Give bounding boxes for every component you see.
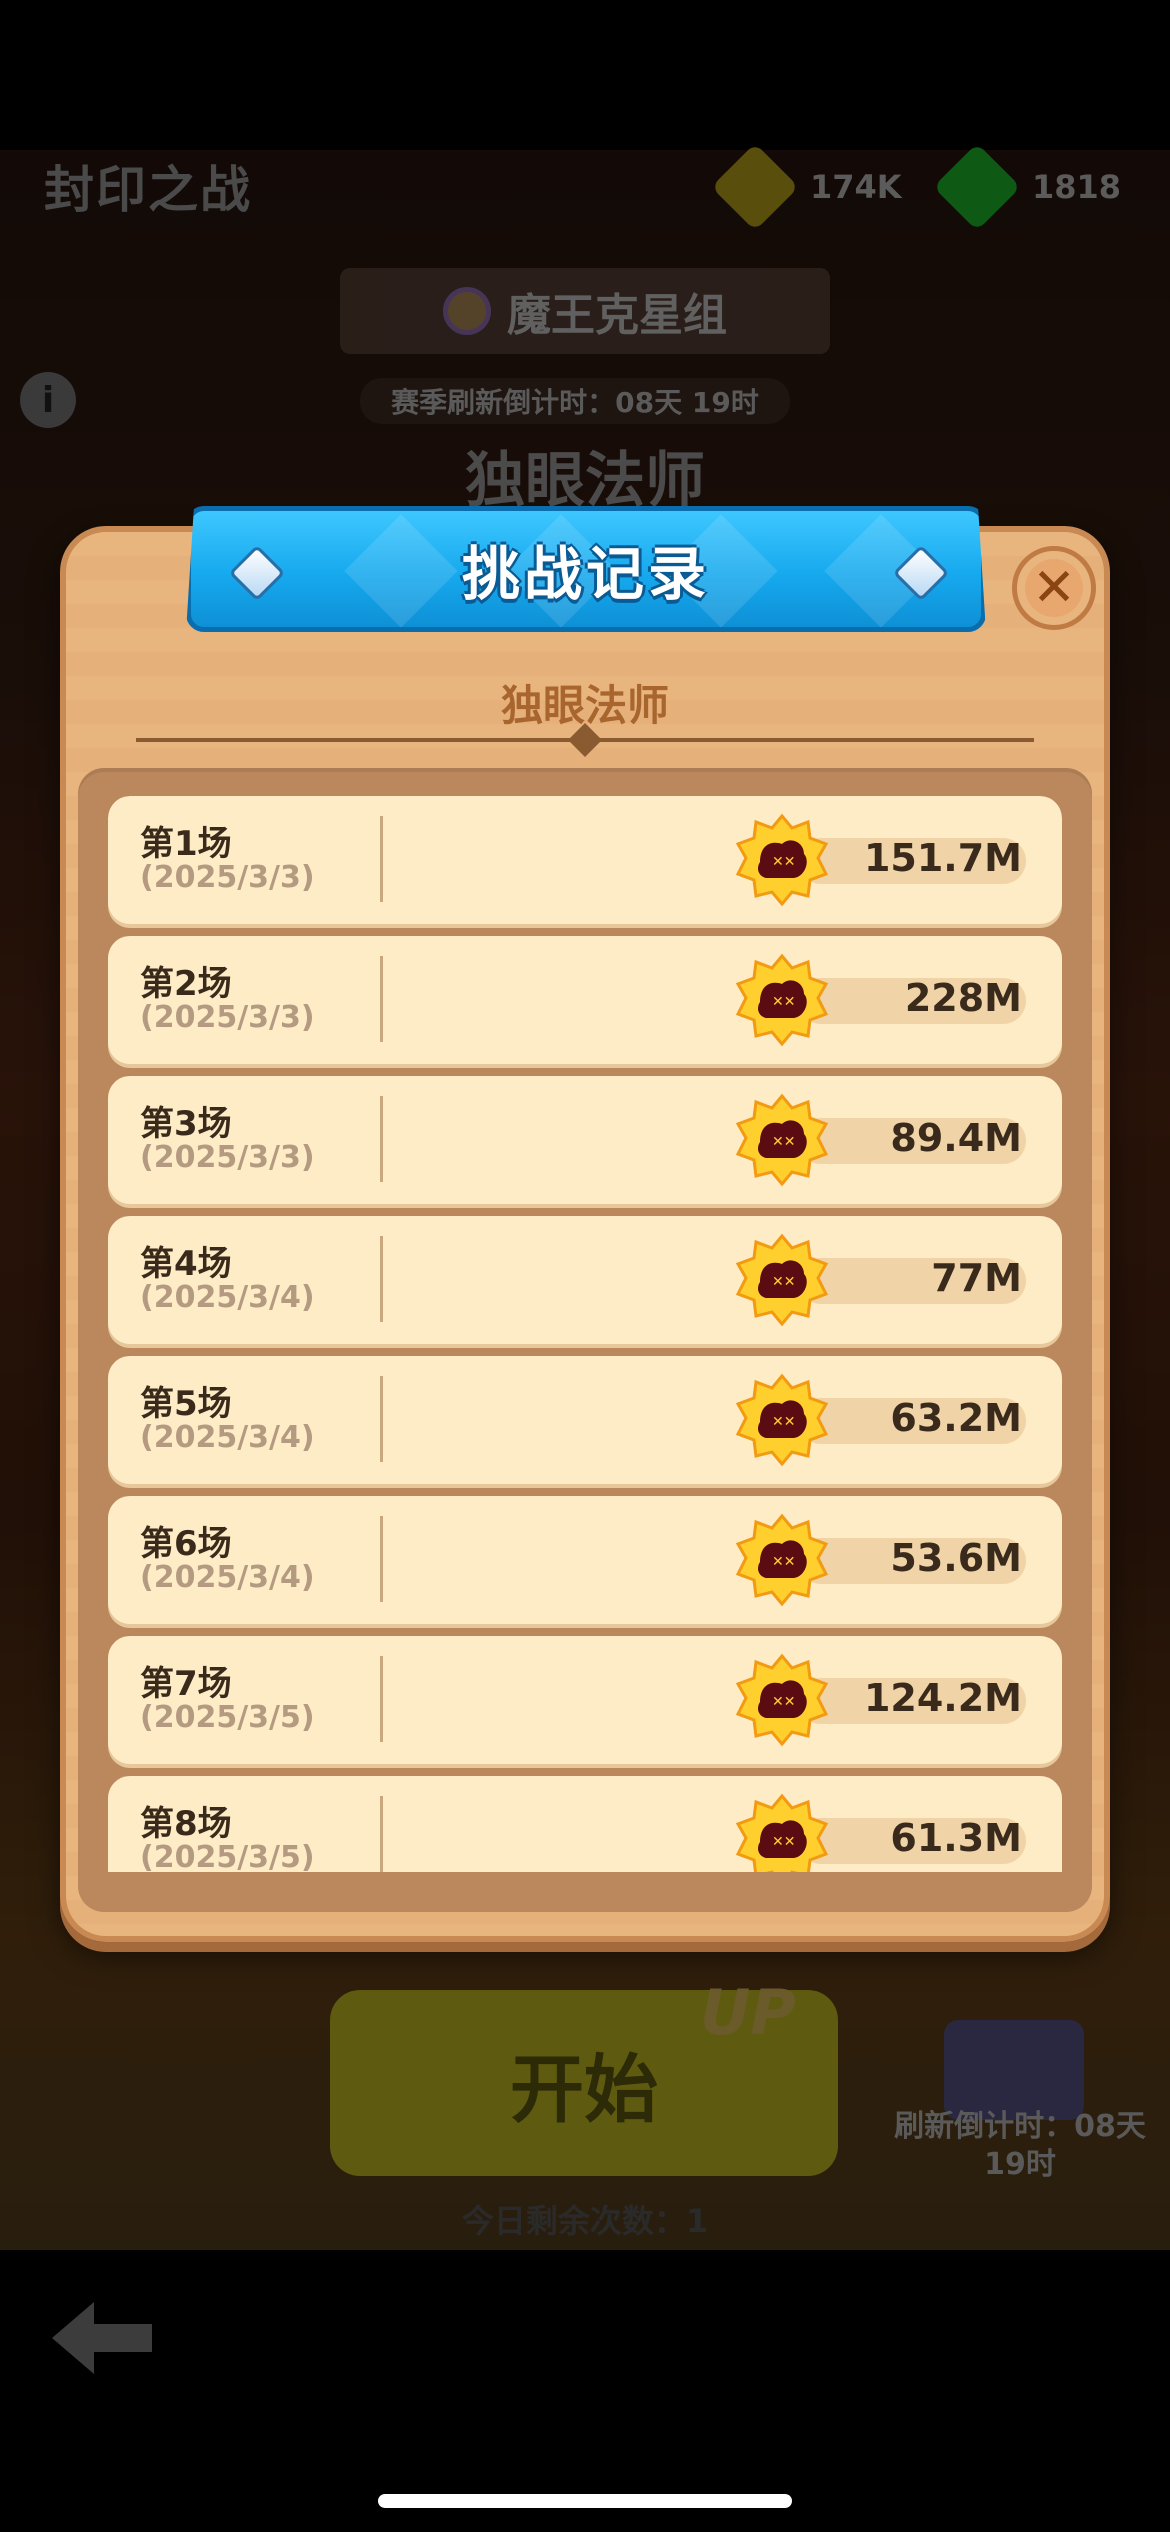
svg-text:✕✕: ✕✕ <box>772 1834 795 1850</box>
row-divider <box>380 1236 383 1322</box>
row-divider <box>380 956 383 1042</box>
row-divider <box>380 1376 383 1462</box>
season-countdown: 赛季刷新倒计时：08天 19时 <box>360 378 790 424</box>
gold-gem-icon <box>711 143 799 231</box>
close-button[interactable]: ✕ <box>1012 546 1096 630</box>
record-score: 89.4M <box>890 1116 1022 1160</box>
dialog-title-banner: 挑战记录 <box>186 506 986 632</box>
damage-badge-icon: ✕✕ <box>736 1094 828 1186</box>
record-list[interactable]: 第1场 (2025/3/3) ✕✕ 151.7M 第2场 (2025/3/3) … <box>108 796 1062 1872</box>
green-gem-resource[interactable]: 1818 <box>933 143 1122 231</box>
record-score: 77M <box>931 1256 1022 1300</box>
damage-badge-icon: ✕✕ <box>736 1234 828 1326</box>
boss-name: 独眼法师 <box>465 446 705 516</box>
record-score: 53.6M <box>890 1536 1022 1580</box>
record-label: 第1场 <box>140 824 232 864</box>
info-icon[interactable]: i <box>20 372 76 428</box>
row-divider <box>380 1656 383 1742</box>
back-arrow-icon[interactable] <box>48 2298 158 2378</box>
group-emblem-icon <box>443 287 491 335</box>
record-label: 第6场 <box>140 1524 232 1564</box>
svg-text:✕✕: ✕✕ <box>772 854 795 870</box>
gold-resource[interactable]: 174K <box>711 143 902 231</box>
record-date: (2025/3/5) <box>140 1700 315 1735</box>
row-divider <box>380 1516 383 1602</box>
group-name: 魔王克星组 <box>507 290 727 341</box>
record-score: 63.2M <box>890 1396 1022 1440</box>
record-score: 151.7M <box>863 836 1022 880</box>
home-indicator <box>378 2494 792 2508</box>
record-date: (2025/3/3) <box>140 1140 315 1175</box>
record-date: (2025/3/5) <box>140 1840 315 1872</box>
up-badge: UP <box>700 1976 796 2049</box>
record-score: 61.3M <box>890 1816 1022 1860</box>
damage-badge-icon: ✕✕ <box>736 1654 828 1746</box>
record-score: 228M <box>904 976 1022 1020</box>
record-date: (2025/3/3) <box>140 1000 315 1035</box>
close-icon: ✕ <box>1032 558 1076 618</box>
record-row: 第8场 (2025/3/5) ✕✕ 61.3M <box>108 1776 1062 1872</box>
remaining-attempts: 今日剩余次数：1 <box>461 2202 709 2240</box>
record-label: 第3场 <box>140 1104 232 1144</box>
svg-text:✕✕: ✕✕ <box>772 1694 795 1710</box>
svg-text:✕✕: ✕✕ <box>772 1554 795 1570</box>
record-score: 124.2M <box>863 1676 1022 1720</box>
record-row: 第4场 (2025/3/4) ✕✕ 77M <box>108 1216 1062 1344</box>
record-row: 第3场 (2025/3/3) ✕✕ 89.4M <box>108 1076 1062 1204</box>
svg-text:✕✕: ✕✕ <box>772 1134 795 1150</box>
damage-badge-icon: ✕✕ <box>736 814 828 906</box>
record-date: (2025/3/4) <box>140 1560 315 1595</box>
refresh-countdown: 刷新倒计时：08天 19时 <box>894 2109 1146 2182</box>
damage-badge-icon: ✕✕ <box>736 954 828 1046</box>
chest-icon[interactable] <box>944 2020 1084 2120</box>
damage-badge-icon: ✕✕ <box>736 1514 828 1606</box>
row-divider <box>380 1796 383 1872</box>
record-row: 第6场 (2025/3/4) ✕✕ 53.6M <box>108 1496 1062 1624</box>
row-divider <box>380 1096 383 1182</box>
record-label: 第8场 <box>140 1804 232 1844</box>
green-gem-amount: 1818 <box>1032 168 1122 206</box>
record-list-panel: 第1场 (2025/3/3) ✕✕ 151.7M 第2场 (2025/3/3) … <box>78 768 1092 1912</box>
svg-text:✕✕: ✕✕ <box>772 1274 795 1290</box>
record-label: 第4场 <box>140 1244 232 1284</box>
svg-text:✕✕: ✕✕ <box>772 994 795 1010</box>
record-date: (2025/3/3) <box>140 860 315 895</box>
page-title: 封印之战 <box>44 161 252 219</box>
group-selector[interactable]: 魔王克星组 <box>340 268 830 354</box>
gold-amount: 174K <box>810 168 902 206</box>
green-gem-icon <box>933 143 1021 231</box>
record-date: (2025/3/4) <box>140 1420 315 1455</box>
row-divider <box>380 816 383 902</box>
record-label: 第7场 <box>140 1664 232 1704</box>
record-row: 第5场 (2025/3/4) ✕✕ 63.2M <box>108 1356 1062 1484</box>
dialog-title: 挑战记录 <box>461 540 710 608</box>
record-date: (2025/3/4) <box>140 1280 315 1315</box>
record-row: 第2场 (2025/3/3) ✕✕ 228M <box>108 936 1062 1064</box>
banner-pattern <box>344 514 458 628</box>
diamond-left-icon <box>228 544 286 602</box>
svg-text:✕✕: ✕✕ <box>772 1414 795 1430</box>
record-label: 第5场 <box>140 1384 232 1424</box>
record-row: 第7场 (2025/3/5) ✕✕ 124.2M <box>108 1636 1062 1764</box>
record-label: 第2场 <box>140 964 232 1004</box>
damage-badge-icon: ✕✕ <box>736 1374 828 1466</box>
record-row: 第1场 (2025/3/3) ✕✕ 151.7M <box>108 796 1062 924</box>
damage-badge-icon: ✕✕ <box>736 1794 828 1872</box>
